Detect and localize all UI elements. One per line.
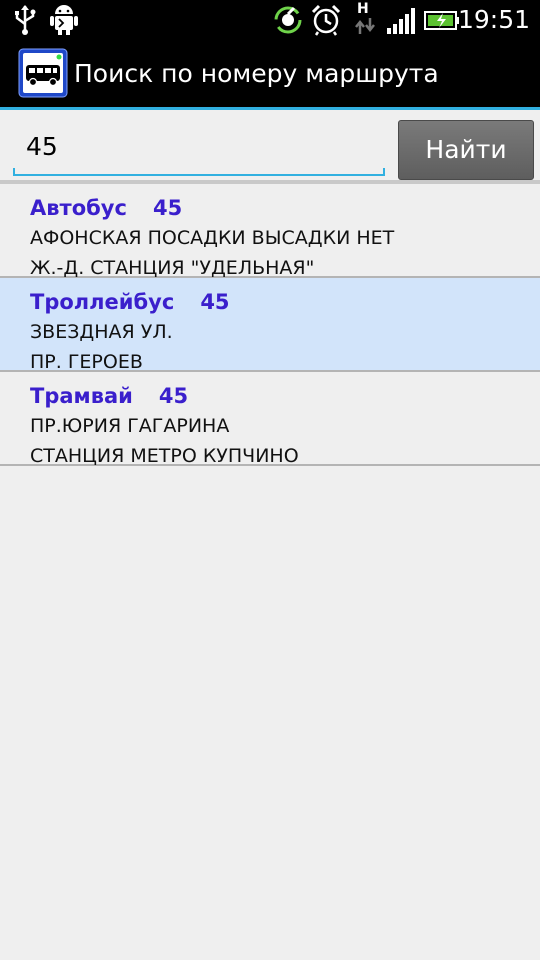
search-input-underline: [13, 168, 385, 176]
bus-icon: [18, 48, 68, 98]
network-type-label: H: [357, 1, 369, 17]
route-header: Троллейбус 45: [30, 288, 230, 316]
route-number-input[interactable]: [14, 124, 384, 168]
find-button[interactable]: Найти: [398, 120, 534, 180]
search-row: Найти: [0, 110, 540, 180]
network-activity-icon: H: [354, 2, 376, 36]
route-end-stop: СТАНЦИЯ МЕТРО КУПЧИНО: [30, 445, 299, 467]
clock: 19:51: [457, 5, 530, 34]
route-type: Трамвай: [30, 384, 133, 408]
route-results-list: Автобус 45 АФОНСКАЯ ПОСАДКИ ВЫСАДКИ НЕТ Ж…: [0, 184, 540, 467]
route-list-item[interactable]: Трамвай 45 ПР.ЮРИЯ ГАГАРИНА СТАНЦИЯ МЕТРО…: [0, 372, 540, 467]
alarm-icon: [311, 4, 341, 36]
data-arrows-icon: [355, 18, 375, 34]
route-number: 45: [200, 290, 230, 314]
battery-icon: [424, 11, 459, 30]
route-list-item[interactable]: Автобус 45 АФОНСКАЯ ПОСАДКИ ВЫСАДКИ НЕТ Ж…: [0, 184, 540, 279]
route-header: Автобус 45: [30, 194, 182, 222]
route-number: 45: [152, 196, 183, 220]
signal-icon: [387, 8, 415, 34]
app-title-bar: Поиск по номеру маршрута: [0, 40, 540, 110]
page-title: Поиск по номеру маршрута: [74, 59, 439, 88]
route-type: Троллейбус: [30, 290, 175, 314]
status-bar: H 19:51: [0, 0, 540, 40]
route-list-item[interactable]: Троллейбус 45 ЗВЕЗДНАЯ УЛ. ПР. ГЕРОЕВ: [0, 278, 540, 373]
route-start-stop: ПР.ЮРИЯ ГАГАРИНА: [30, 415, 230, 437]
route-type: Автобус: [30, 196, 127, 220]
route-header: Трамвай 45: [30, 382, 188, 410]
sync-icon: [274, 6, 302, 34]
android-debug-icon: [50, 5, 78, 35]
route-start-stop: ЗВЕЗДНАЯ УЛ.: [30, 321, 173, 343]
route-start-stop: АФОНСКАЯ ПОСАДКИ ВЫСАДКИ НЕТ: [30, 227, 395, 249]
usb-icon: [15, 5, 36, 35]
route-number: 45: [158, 384, 189, 408]
